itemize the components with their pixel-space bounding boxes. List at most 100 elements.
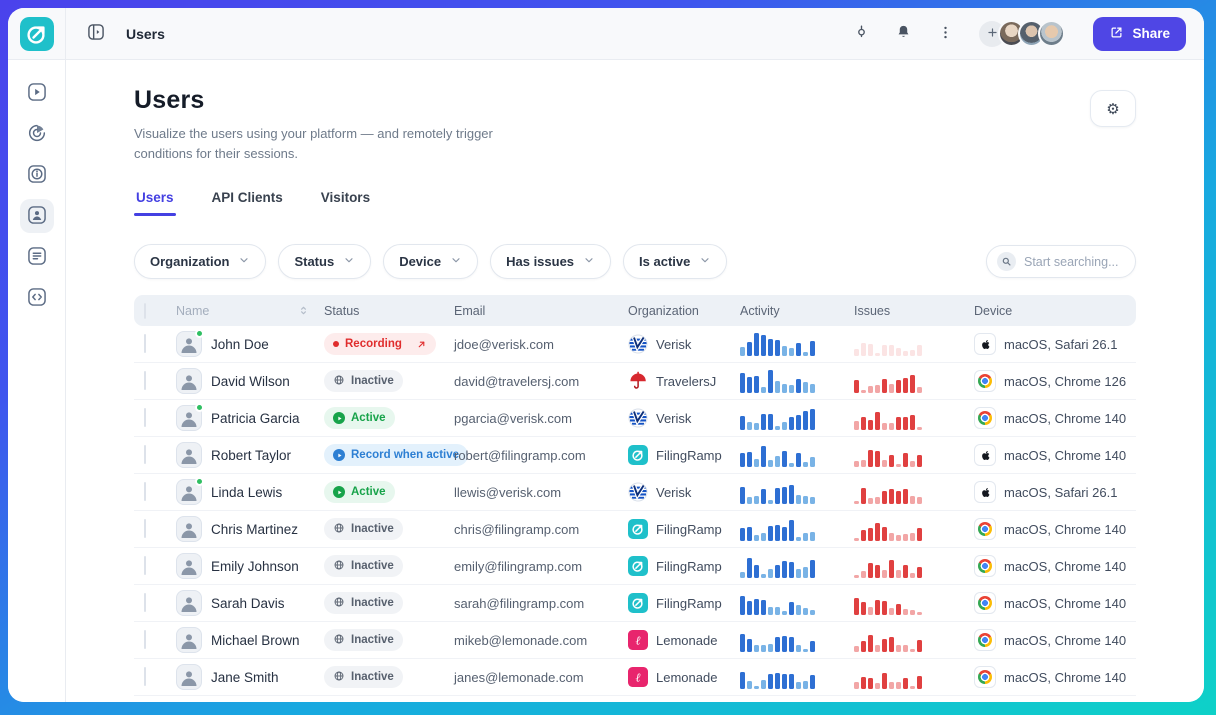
device-cell: macOS, Chrome 140 <box>974 518 1136 540</box>
table-row[interactable]: Jane Smith Inactive janes@lemonade.com ℓ… <box>134 659 1136 696</box>
device-label: macOS, Chrome 140 <box>1004 670 1126 685</box>
sidebar-item-replays[interactable] <box>20 76 54 110</box>
table-row[interactable]: Emily Johnson Inactive emily@filingramp.… <box>134 548 1136 585</box>
topbar-main: Users <box>66 8 1204 59</box>
tab-api-clients[interactable]: API Clients <box>210 186 285 216</box>
verisk-logo-icon <box>628 334 648 354</box>
verisk-logo-icon <box>628 408 648 428</box>
issues-sparkline <box>854 443 974 467</box>
user-name: Michael Brown <box>211 633 300 648</box>
open-session-icon[interactable] <box>416 339 427 350</box>
sidebar-item-info[interactable] <box>20 158 54 192</box>
table-row[interactable]: David Wilson Inactive david@travelersj.c… <box>134 363 1136 400</box>
chevron-down-icon <box>343 254 355 269</box>
settings-button[interactable]: ⚙ <box>1090 90 1136 127</box>
status-label: Inactive <box>351 523 394 535</box>
filingramp-logo-icon <box>628 556 648 576</box>
table-row[interactable]: Patricia Garcia Active pgarcia@verisk.co… <box>134 400 1136 437</box>
chevron-down-icon <box>699 254 711 269</box>
activity-sparkline <box>740 665 854 689</box>
activity-cell <box>740 332 854 356</box>
row-checkbox[interactable] <box>144 667 146 686</box>
radar-icon <box>26 122 48 147</box>
app-window: Users <box>8 8 1204 702</box>
user-email: emily@filingramp.com <box>454 559 628 574</box>
filter-organization[interactable]: Organization <box>134 244 266 279</box>
issues-cell <box>854 332 974 356</box>
play-icon <box>333 449 345 461</box>
search-box[interactable] <box>986 245 1136 278</box>
issues-cell <box>854 554 974 578</box>
globe-icon <box>333 522 345 537</box>
filter-label: Status <box>294 254 334 269</box>
user-avatar <box>176 479 202 505</box>
status-cell: Active <box>324 407 454 429</box>
sidebar-item-users[interactable] <box>20 199 54 233</box>
user-avatar <box>176 368 202 394</box>
organization-name: FilingRamp <box>656 522 722 537</box>
activity-cell <box>740 517 854 541</box>
table-row[interactable]: Michael Brown Inactive mikeb@lemonade.co… <box>134 622 1136 659</box>
external-link-icon <box>1109 25 1124 43</box>
column-header-status: Status <box>324 304 454 318</box>
user-name: Chris Martinez <box>211 522 298 537</box>
user-name: Patricia Garcia <box>211 411 300 426</box>
table-row[interactable]: Sarah Davis Inactive sarah@filingramp.co… <box>134 585 1136 622</box>
row-checkbox[interactable] <box>144 630 146 649</box>
row-checkbox[interactable] <box>144 482 146 501</box>
device-label: macOS, Chrome 140 <box>1004 411 1126 426</box>
filter-label: Has issues <box>506 254 574 269</box>
notifications-button[interactable] <box>889 20 917 48</box>
device-cell: macOS, Chrome 140 <box>974 407 1136 429</box>
table-row[interactable]: Robert Taylor Record when active robert@… <box>134 437 1136 474</box>
row-checkbox[interactable] <box>144 556 146 575</box>
sidebar-item-code[interactable] <box>20 281 54 315</box>
device-cell: macOS, Safari 26.1 <box>974 481 1136 503</box>
row-checkbox[interactable] <box>144 334 146 353</box>
issues-cell <box>854 591 974 615</box>
issues-sparkline <box>854 369 974 393</box>
app-logo-icon[interactable] <box>20 17 54 51</box>
play-icon <box>333 486 345 498</box>
filter-status[interactable]: Status <box>278 244 371 279</box>
user-email: pgarcia@verisk.com <box>454 411 628 426</box>
table-row[interactable]: Chris Martinez Inactive chris@filingramp… <box>134 511 1136 548</box>
lemonade-logo-icon: ℓ <box>628 630 648 650</box>
commit-status-button[interactable] <box>847 20 875 48</box>
organization-cell: Verisk <box>628 408 740 428</box>
sidebar-item-notes[interactable] <box>20 240 54 274</box>
activity-cell <box>740 369 854 393</box>
filter-device[interactable]: Device <box>383 244 478 279</box>
column-header-activity: Activity <box>740 304 854 318</box>
user-email: sarah@filingramp.com <box>454 596 628 611</box>
row-checkbox[interactable] <box>144 371 146 390</box>
plus-icon <box>986 26 999 42</box>
svg-text:ℓ: ℓ <box>636 634 641 648</box>
table-row[interactable]: John Doe Recording jdoe@verisk.com Veris… <box>134 326 1136 363</box>
tab-users[interactable]: Users <box>134 186 176 216</box>
row-checkbox[interactable] <box>144 519 146 538</box>
row-checkbox[interactable] <box>144 408 146 427</box>
activity-cell <box>740 665 854 689</box>
row-checkbox[interactable] <box>144 593 146 612</box>
user-email: chris@filingramp.com <box>454 522 628 537</box>
filter-has-issues[interactable]: Has issues <box>490 244 611 279</box>
status-cell: Inactive <box>324 370 454 392</box>
table-row[interactable]: Linda Lewis Active llewis@verisk.com Ver… <box>134 474 1136 511</box>
filter-is-active[interactable]: Is active <box>623 244 727 279</box>
tab-visitors[interactable]: Visitors <box>319 186 372 216</box>
search-input[interactable] <box>1024 255 1125 269</box>
name-cell: Jane Smith <box>176 664 324 690</box>
sort-icon[interactable] <box>297 304 310 317</box>
apple-icon <box>974 444 996 466</box>
sidebar-toggle-button[interactable] <box>82 20 110 48</box>
avatar[interactable] <box>1038 20 1065 47</box>
user-name: Jane Smith <box>211 670 279 685</box>
share-button[interactable]: Share <box>1093 17 1186 51</box>
verisk-logo-icon <box>628 482 648 502</box>
select-all-checkbox[interactable] <box>144 303 146 319</box>
row-checkbox[interactable] <box>144 445 146 464</box>
issues-cell <box>854 369 974 393</box>
more-options-button[interactable] <box>931 20 959 48</box>
sidebar-item-insights[interactable] <box>20 117 54 151</box>
